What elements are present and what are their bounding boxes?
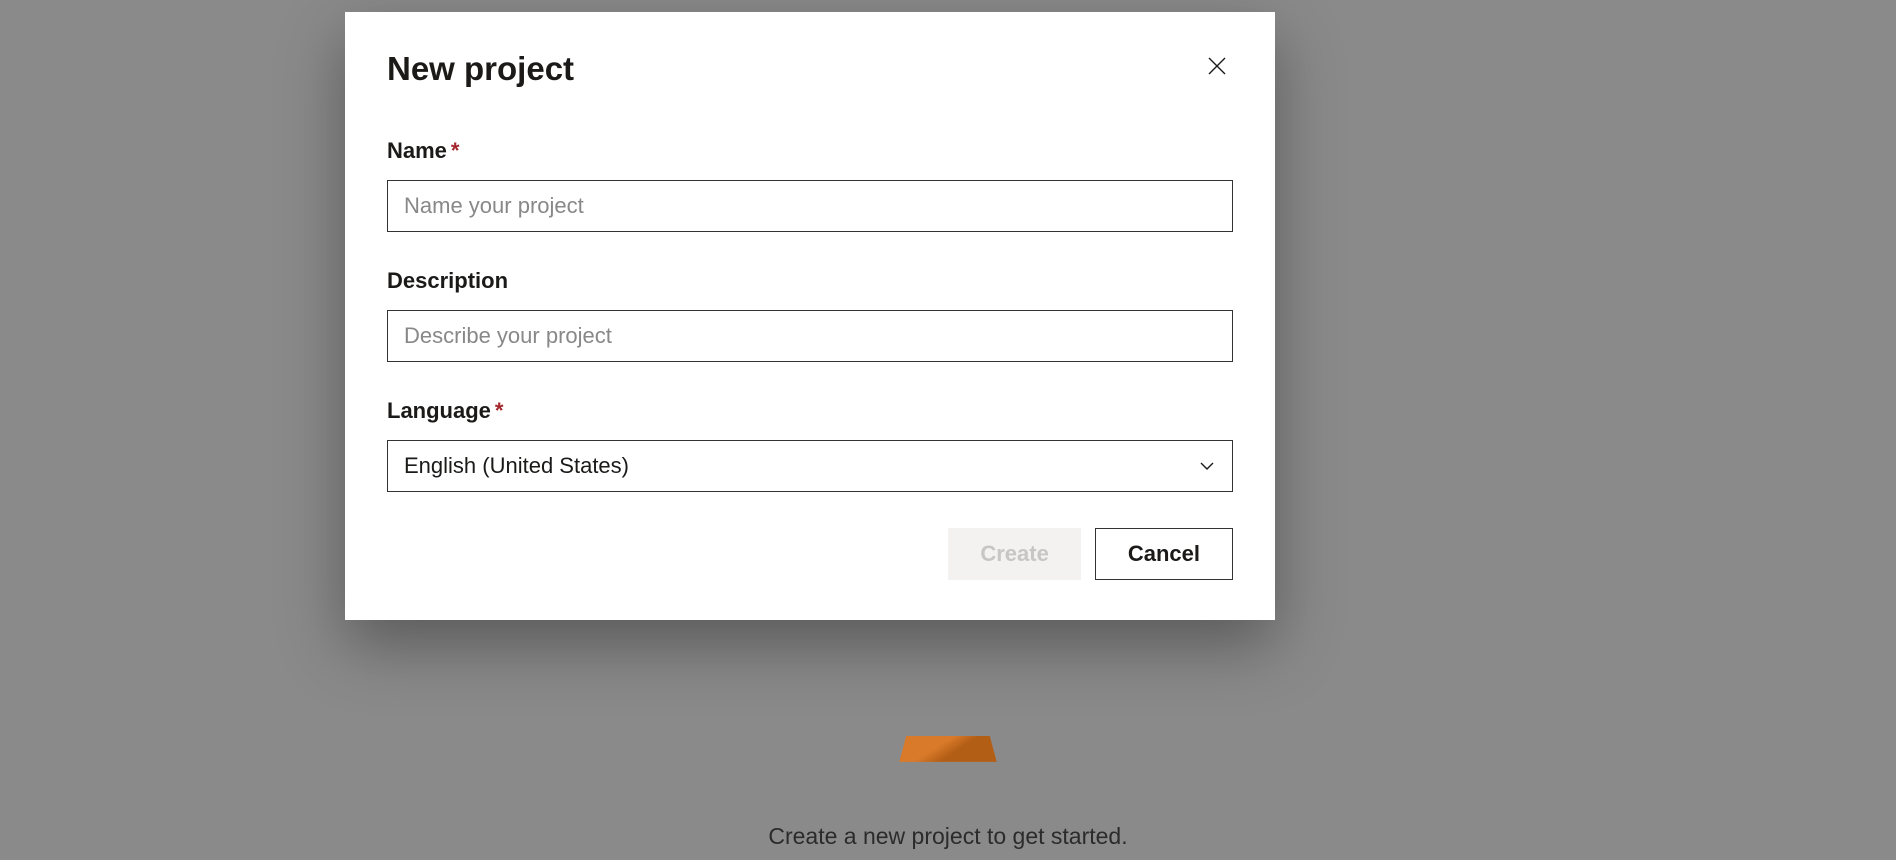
close-button[interactable] [1201,50,1233,82]
description-field-group: Description [387,268,1233,362]
language-label-text: Language [387,398,491,423]
required-indicator: * [495,398,504,423]
language-selected-value: English (United States) [404,453,629,479]
modal-title: New project [387,50,574,88]
description-input[interactable] [387,310,1233,362]
name-field-group: Name* [387,138,1233,232]
language-field-group: Language* English (United States) [387,398,1233,492]
language-label: Language* [387,398,1233,424]
language-select-wrap: English (United States) [387,440,1233,492]
name-label: Name* [387,138,1233,164]
required-indicator: * [451,138,460,163]
close-icon [1207,56,1227,76]
name-label-text: Name [387,138,447,163]
create-button[interactable]: Create [948,528,1080,580]
project-box-icon [899,736,996,762]
description-label: Description [387,268,1233,294]
backdrop-message: Create a new project to get started. [768,823,1127,850]
button-row: Create Cancel [387,528,1233,580]
modal-header: New project [387,50,1233,88]
name-input[interactable] [387,180,1233,232]
new-project-modal: New project Name* Description Language* … [345,12,1275,620]
cancel-button[interactable]: Cancel [1095,528,1233,580]
language-select[interactable]: English (United States) [387,440,1233,492]
